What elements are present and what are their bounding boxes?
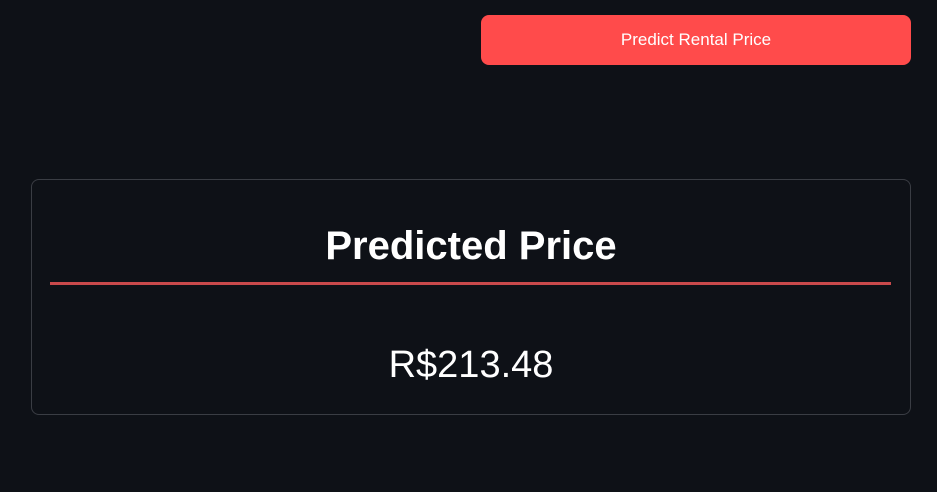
prediction-result-card: Predicted Price R$213.48 — [31, 179, 911, 415]
predicted-price-value: R$213.48 — [388, 344, 554, 386]
predict-rental-price-button[interactable]: Predict Rental Price — [481, 15, 911, 65]
title-divider — [50, 282, 891, 285]
predicted-price-heading: Predicted Price — [325, 224, 617, 268]
app-page: Predict Rental Price Predicted Price R$2… — [0, 0, 937, 492]
